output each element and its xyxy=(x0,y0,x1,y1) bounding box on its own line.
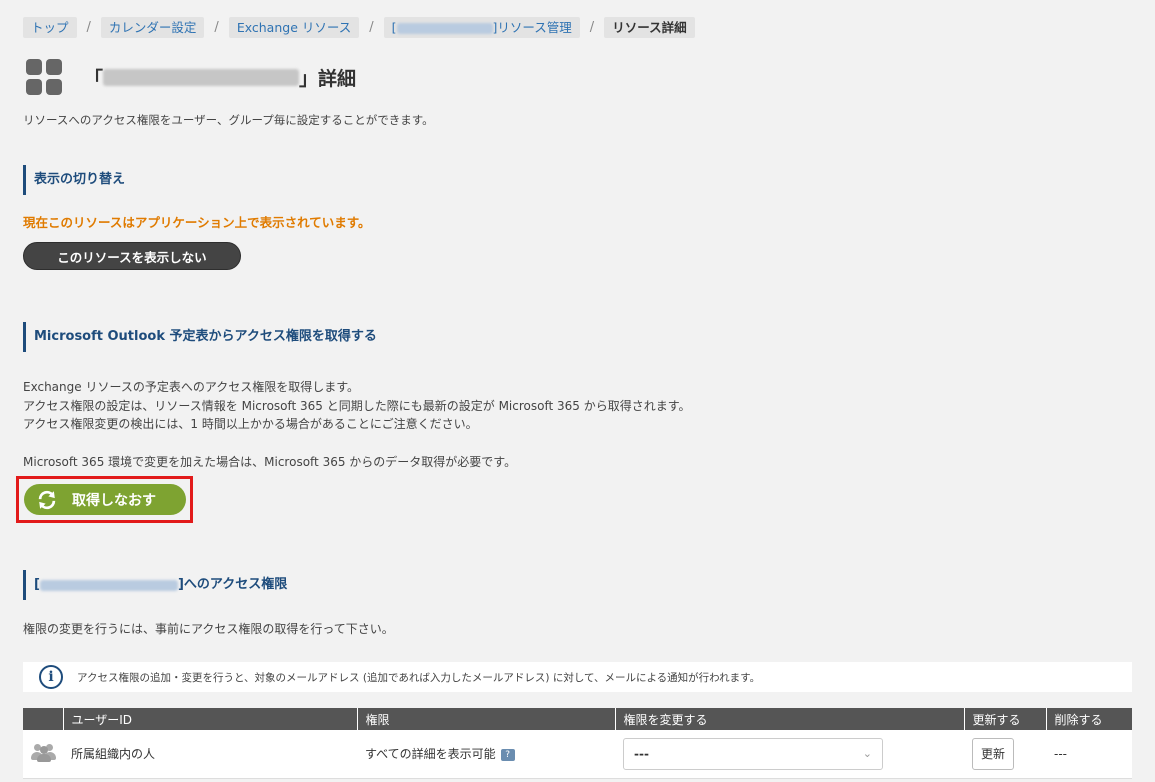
change-permission-cell: --- ⌄ xyxy=(615,730,964,779)
page: トップ / カレンダー設定 / Exchange リソース / [ ]リソース管理… xyxy=(0,0,1155,782)
breadcrumb-exchange-resources[interactable]: Exchange リソース xyxy=(228,17,360,38)
page-description: リソースへのアクセス権限をユーザー、グループ毎に設定することができます。 xyxy=(23,113,434,127)
title-close-bracket: 」詳細 xyxy=(299,67,357,90)
breadcrumb-separator: / xyxy=(214,20,219,35)
table-header-row: ユーザーID 権限 権限を変更する 更新する 削除する xyxy=(23,708,1132,730)
table-row: 所属組織内の人 すべての詳細を表示可能? --- ⌄ 更新 --- xyxy=(23,730,1132,779)
access-heading-suffix: ]へのアクセス権限 xyxy=(177,577,288,592)
outlook-line: アクセス権限の設定は、リソース情報を Microsoft 365 と同期した際に… xyxy=(23,398,691,413)
permission-value: すべての詳細を表示可能 xyxy=(365,747,496,762)
column-header-user-id: ユーザーID xyxy=(62,708,357,730)
people-icon xyxy=(31,742,57,763)
breadcrumb-manage-prefix: [ xyxy=(391,20,397,35)
delete-cell: --- xyxy=(1046,730,1132,779)
breadcrumb-calendar-settings[interactable]: カレンダー設定 xyxy=(100,17,205,38)
permission-select-value: --- xyxy=(634,746,649,761)
breadcrumb: トップ / カレンダー設定 / Exchange リソース / [ ]リソース管理… xyxy=(23,17,695,38)
access-note: 権限の変更を行うには、事前にアクセス権限の取得を行って下さい。 xyxy=(23,622,394,636)
redacted-resource-name xyxy=(396,23,493,34)
column-header-change-permission: 権限を変更する xyxy=(614,708,964,730)
outlook-line: Exchange リソースの予定表へのアクセス権限を取得します。 xyxy=(23,380,360,394)
refetch-button-label: 取得しなおす xyxy=(72,492,156,509)
info-icon: i xyxy=(39,665,63,689)
column-header-update: 更新する xyxy=(963,708,1046,730)
grid-icon xyxy=(26,59,62,95)
permission-cell: すべての詳細を表示可能? xyxy=(357,730,615,779)
breadcrumb-separator: / xyxy=(86,20,91,35)
user-id-cell: 所属組織内の人 xyxy=(63,730,357,779)
breadcrumb-separator: / xyxy=(369,20,374,35)
permissions-table: ユーザーID 権限 権限を変更する 更新する 削除する 所属組織内の人 すべての… xyxy=(23,708,1132,779)
permission-select[interactable]: --- ⌄ xyxy=(623,737,883,770)
help-icon[interactable]: ? xyxy=(500,748,515,761)
user-icon-cell xyxy=(23,730,63,779)
display-section-heading: 表示の切り替え xyxy=(23,165,125,195)
column-header-delete: 削除する xyxy=(1045,708,1132,730)
page-title-row: 「 」詳細 xyxy=(26,59,356,95)
info-box: i アクセス権限の追加・変更を行うと、対象のメールアドレス (追加であれば入力し… xyxy=(23,662,1132,692)
display-status-text: 現在このリソースはアプリケーション上で表示されています。 xyxy=(23,215,371,230)
hide-resource-button[interactable]: このリソースを表示しない xyxy=(23,242,241,270)
info-text: アクセス権限の追加・変更を行うと、対象のメールアドレス (追加であれば入力したメ… xyxy=(77,671,761,684)
outlook-section-heading: Microsoft Outlook 予定表からアクセス権限を取得する xyxy=(23,322,377,352)
column-header-permission: 権限 xyxy=(356,708,615,730)
refetch-highlight-frame: 取得しなおす xyxy=(16,476,193,523)
chevron-down-icon: ⌄ xyxy=(862,747,872,761)
title-open-bracket: 「 xyxy=(84,67,104,90)
update-button[interactable]: 更新 xyxy=(972,737,1014,770)
breadcrumb-manage-suffix: ]リソース管理 xyxy=(492,20,572,35)
outlook-description: Exchange リソースの予定表へのアクセス権限を取得します。 アクセス権限の… xyxy=(23,378,691,471)
outlook-note: Microsoft 365 環境で変更を加えた場合は、Microsoft 365… xyxy=(23,454,517,469)
column-header-icon xyxy=(23,708,63,730)
redacted-resource-name xyxy=(103,68,300,86)
breadcrumb-separator: / xyxy=(589,20,595,35)
access-section-heading: []へのアクセス権限 xyxy=(23,570,287,600)
breadcrumb-top[interactable]: トップ xyxy=(23,17,77,38)
refresh-icon xyxy=(38,490,56,509)
breadcrumb-current: リソース詳細 xyxy=(604,17,695,38)
outlook-line: アクセス権限変更の検出には、1 時間以上かかる場合があることにご注意ください。 xyxy=(23,417,478,431)
update-cell: 更新 xyxy=(964,730,1046,779)
page-title: 「 」詳細 xyxy=(84,64,356,91)
breadcrumb-resource-management[interactable]: [ ]リソース管理 xyxy=(383,17,580,38)
redacted-resource-name xyxy=(39,579,178,591)
refetch-button[interactable]: 取得しなおす xyxy=(24,484,186,515)
